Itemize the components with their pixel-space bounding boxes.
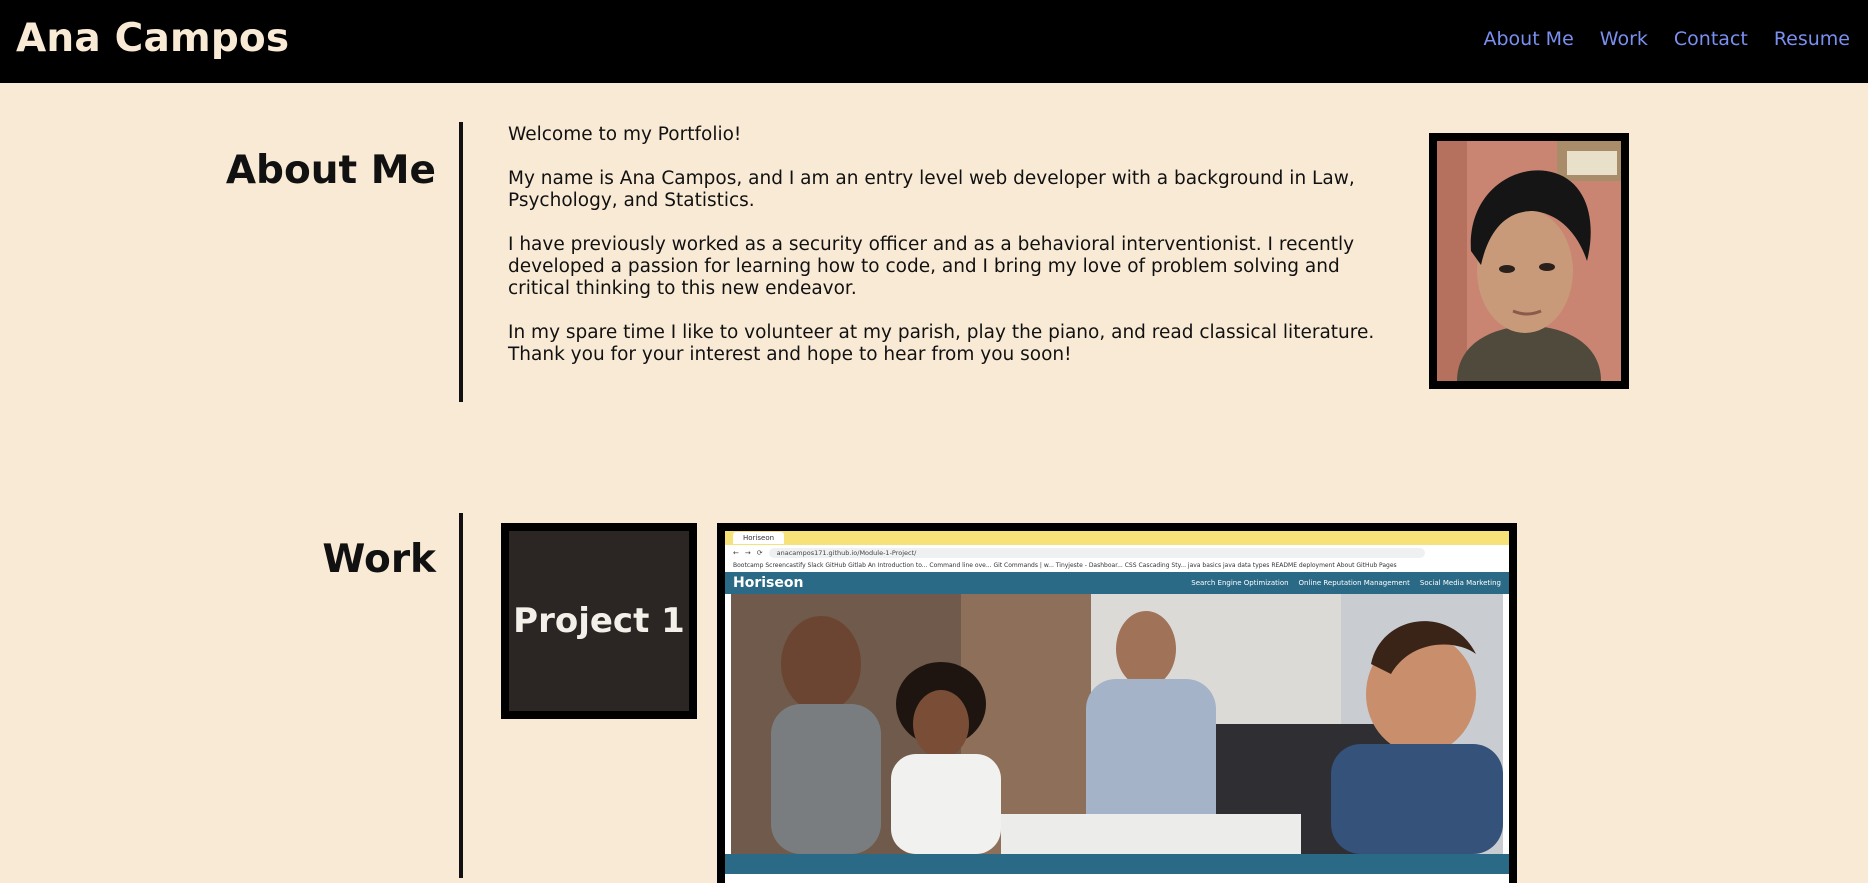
hero-people-image (731, 594, 1503, 854)
horiseon-nav-smm: Social Media Marketing (1419, 579, 1501, 587)
nav-resume[interactable]: Resume (1774, 28, 1850, 50)
about-paragraph-3: I have previously worked as a security o… (508, 234, 1355, 299)
browser-tab: Horiseon (733, 532, 785, 544)
horiseon-nav-orm: Online Reputation Management (1298, 579, 1410, 587)
about-paragraph-2: My name is Ana Campos, and I am an entry… (508, 168, 1355, 211)
profile-photo-image (1437, 141, 1621, 381)
about-paragraph-1: Welcome to my Portfolio! (508, 124, 742, 145)
work-divider (459, 513, 463, 878)
horiseon-hero-image (731, 594, 1503, 854)
brand-title: Ana Campos (16, 16, 290, 61)
profile-photo (1437, 141, 1621, 381)
profile-photo-frame (1429, 133, 1629, 389)
horiseon-logo: Horiseon (733, 575, 804, 591)
main-nav: About Me Work Contact Resume (1483, 28, 1850, 50)
site-header: Ana Campos About Me Work Contact Resume (0, 0, 1868, 83)
horiseon-hero-strip (725, 854, 1509, 874)
project-screenshot[interactable]: Horiseon ← → ⟳ anacampos171.github.io/Mo… (725, 531, 1509, 883)
nav-contact[interactable]: Contact (1674, 28, 1748, 50)
project-1-tile[interactable]: Project 1 (509, 531, 689, 711)
browser-address-row: ← → ⟳ anacampos171.github.io/Module-1-Pr… (725, 545, 1509, 560)
browser-tab-bar: Horiseon (725, 531, 1509, 545)
project-screenshot-frame[interactable]: Horiseon ← → ⟳ anacampos171.github.io/Mo… (717, 523, 1517, 883)
browser-reload-icon: ⟳ (756, 548, 763, 557)
about-divider (459, 122, 463, 402)
work-heading: Work (322, 537, 436, 582)
project-1-label: Project 1 (513, 601, 685, 641)
about-heading: About Me (225, 148, 436, 193)
about-paragraph-4: In my spare time I like to volunteer at … (508, 322, 1375, 365)
browser-back-icon: ← (733, 548, 739, 557)
nav-work[interactable]: Work (1600, 28, 1648, 50)
horiseon-nav-seo: Search Engine Optimization (1191, 579, 1289, 587)
project-1-card[interactable]: Project 1 (501, 523, 697, 719)
browser-url-bar: anacampos171.github.io/Module-1-Project/ (768, 547, 1425, 558)
horiseon-nav: Search Engine Optimization Online Reputa… (1191, 579, 1501, 587)
nav-about-me[interactable]: About Me (1483, 28, 1573, 50)
browser-bookmarks-bar: Bootcamp Screencastify Slack GitHub Gitl… (725, 560, 1509, 572)
horiseon-header: Horiseon Search Engine Optimization Onli… (725, 572, 1509, 594)
about-text: Welcome to my Portfolio! My name is Ana … (508, 124, 1396, 388)
browser-forward-icon: → (744, 548, 751, 557)
